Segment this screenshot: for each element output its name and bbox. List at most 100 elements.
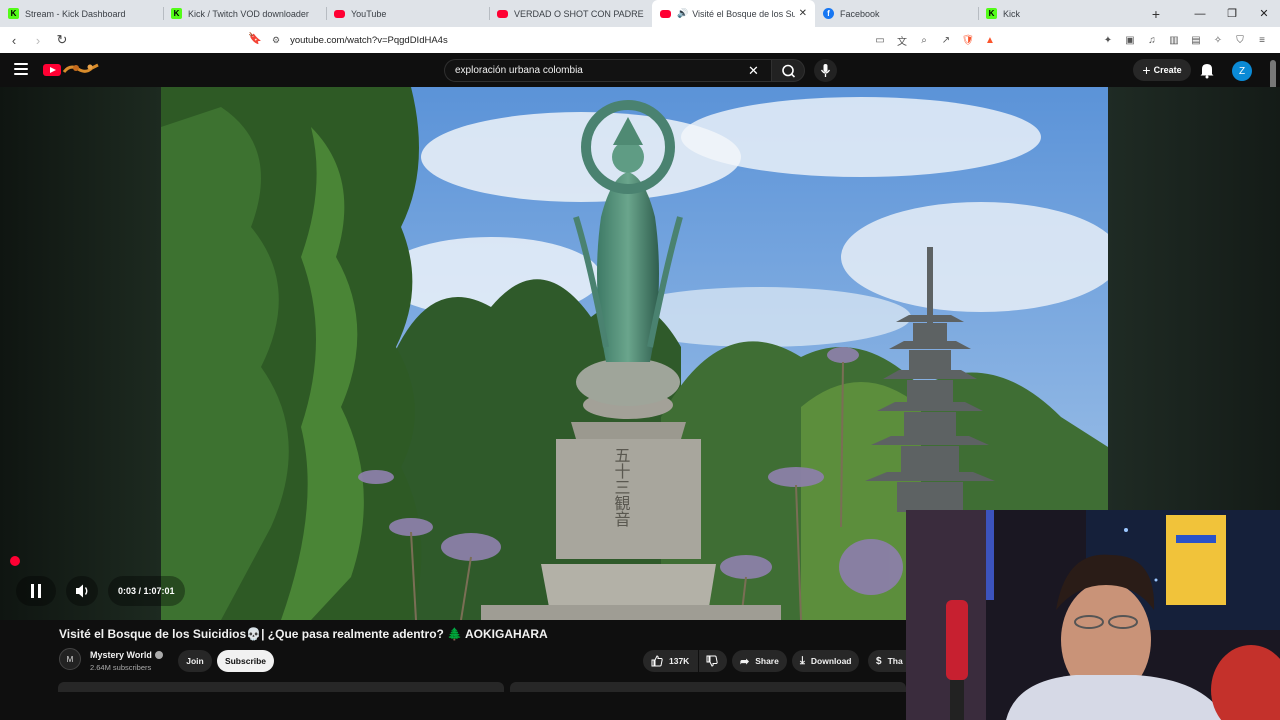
subscriber-count: 2.64M subscribers: [90, 663, 152, 672]
brave-shields-icon[interactable]: 🛡: [960, 31, 976, 49]
screenshot-icon[interactable]: ▣: [1122, 31, 1138, 49]
close-window-icon[interactable]: ✕: [1248, 0, 1280, 27]
browser-toolbar: ‹ › ↻ 🔖 ⚙ youtube.com/watch?v=PqgdDIdHA4…: [0, 27, 1280, 53]
download-button[interactable]: ⤓ Download: [792, 650, 860, 672]
share-icon: ➦: [740, 655, 750, 668]
related-card[interactable]: [510, 682, 906, 692]
address-bar[interactable]: ⚙ youtube.com/watch?v=PqgdDIdHA4s: [272, 31, 448, 49]
time-display: 0:03 / 1:07:01: [108, 576, 185, 606]
description-card[interactable]: [58, 682, 504, 692]
like-button[interactable]: 137K: [643, 650, 698, 672]
browser-menu-icon[interactable]: ≡: [1254, 31, 1270, 49]
pause-icon: [31, 584, 34, 598]
share-page-icon[interactable]: ↗: [938, 31, 954, 49]
share-button[interactable]: ➦ Share: [732, 650, 787, 672]
toolbar-spacer: [1004, 31, 1094, 49]
microphone-icon: [820, 64, 831, 77]
extensions-icon[interactable]: ✦: [1100, 31, 1116, 49]
join-button[interactable]: Join: [178, 650, 212, 672]
leo-ai-icon[interactable]: ✧: [1210, 31, 1226, 49]
tab-vod-downloader[interactable]: K Kick / Twitch VOD downloader: [163, 0, 326, 27]
thanks-label: Tha: [887, 656, 903, 666]
webcam-overlay: [906, 510, 1280, 720]
tab-facebook[interactable]: f Facebook: [815, 0, 978, 27]
volume-button[interactable]: [66, 576, 98, 606]
volume-icon: [76, 584, 88, 598]
zoom-icon[interactable]: ⌕: [916, 31, 932, 49]
clear-search-icon[interactable]: ✕: [748, 63, 759, 79]
youtube-icon: [334, 9, 345, 18]
cast-icon[interactable]: ▭: [872, 31, 888, 49]
tab-label: Kick: [1003, 8, 1021, 19]
tab-label: Facebook: [840, 8, 880, 19]
media-icon[interactable]: ♫: [1144, 31, 1160, 49]
doodle-icon[interactable]: [62, 62, 100, 76]
brave-rewards-icon[interactable]: ▲: [982, 31, 998, 49]
tab-verdad-o-shot[interactable]: VERDAD O SHOT CON PADRES PART: [489, 0, 652, 27]
scrubber-handle[interactable]: [10, 556, 20, 566]
tab-youtube[interactable]: YouTube: [326, 0, 489, 27]
youtube-header: exploración urbana colombia ✕ + Create Z: [0, 53, 1280, 87]
youtube-logo[interactable]: [43, 64, 61, 76]
tab-kick[interactable]: K Kick: [978, 0, 1141, 27]
search-query: exploración urbana colombia: [455, 65, 583, 76]
thanks-icon: $: [876, 655, 882, 667]
close-tab-icon[interactable]: ✕: [799, 8, 807, 19]
youtube-icon: [497, 9, 508, 18]
back-icon[interactable]: ‹: [4, 30, 24, 50]
notifications-bell-icon[interactable]: [1199, 61, 1215, 79]
share-label: Share: [755, 656, 779, 666]
svg-text:五十三観音: 五十三観音: [612, 447, 631, 527]
tab-current-video[interactable]: 🔊 Visité el Bosque de los Suicidi ✕: [652, 0, 815, 27]
kick-icon: K: [171, 8, 182, 19]
youtube-icon: [660, 9, 671, 18]
player-ambient-left: [0, 87, 161, 620]
dislike-button[interactable]: [699, 650, 727, 672]
wallet-icon[interactable]: ▤: [1188, 31, 1204, 49]
translate-icon[interactable]: 文: [894, 31, 910, 49]
voice-search-button[interactable]: [814, 59, 837, 82]
channel-name-text: Mystery World: [90, 650, 152, 660]
account-avatar[interactable]: Z: [1232, 61, 1252, 81]
search-button[interactable]: [771, 59, 805, 82]
search-icon: [782, 64, 796, 78]
kick-icon: K: [8, 8, 19, 19]
tab-label: Visité el Bosque de los Suicidi: [692, 8, 795, 19]
speaker-icon[interactable]: 🔊: [677, 8, 688, 19]
forward-icon[interactable]: ›: [28, 30, 48, 50]
tab-label: YouTube: [351, 8, 387, 19]
tab-kick-dashboard[interactable]: K Stream - Kick Dashboard: [0, 0, 163, 27]
guide-menu-icon[interactable]: [14, 63, 28, 75]
create-label: Create: [1153, 65, 1182, 75]
thumbs-down-icon: [706, 655, 718, 667]
thanks-button[interactable]: $ Tha: [868, 650, 906, 672]
tab-label: Stream - Kick Dashboard: [25, 8, 126, 19]
subscribe-button[interactable]: Subscribe: [217, 650, 274, 672]
tab-label: Kick / Twitch VOD downloader: [188, 8, 309, 19]
url-text: youtube.com/watch?v=PqgdDIdHA4s: [290, 34, 448, 46]
tab-label: VERDAD O SHOT CON PADRES PART: [514, 8, 644, 19]
window-controls: — ❐ ✕: [1184, 0, 1280, 27]
channel-avatar[interactable]: M: [59, 648, 81, 670]
sidebar-icon[interactable]: ▥: [1166, 31, 1182, 49]
streamer-webcam-feed: [906, 510, 1280, 720]
restore-icon[interactable]: ❐: [1216, 0, 1248, 27]
minimize-icon[interactable]: —: [1184, 0, 1216, 27]
bookmark-icon[interactable]: 🔖: [248, 32, 262, 45]
verified-badge-icon: [154, 651, 163, 659]
like-count: 137K: [669, 656, 690, 666]
browser-tab-strip: K Stream - Kick Dashboard K Kick / Twitc…: [0, 0, 1280, 27]
create-button[interactable]: + Create: [1133, 59, 1191, 81]
channel-name[interactable]: Mystery World: [90, 650, 163, 660]
download-icon: ⤓: [800, 654, 805, 667]
reload-icon[interactable]: ↻: [52, 30, 72, 50]
facebook-icon: f: [823, 8, 834, 19]
vpn-icon[interactable]: ⛉: [1232, 31, 1248, 49]
site-info-icon[interactable]: ⚙: [272, 35, 280, 46]
download-label: Download: [810, 656, 852, 666]
pause-button[interactable]: [16, 576, 56, 606]
toolbar-actions: ▭ 文 ⌕ ↗ 🛡 ▲ ✦ ▣ ♫ ▥ ▤ ✧ ⛉ ≡: [872, 31, 1270, 49]
search-input[interactable]: exploración urbana colombia: [444, 59, 771, 82]
new-tab-button[interactable]: +: [1141, 0, 1171, 27]
video-title: Visité el Bosque de los Suicidios💀| ¿Que…: [59, 627, 548, 641]
